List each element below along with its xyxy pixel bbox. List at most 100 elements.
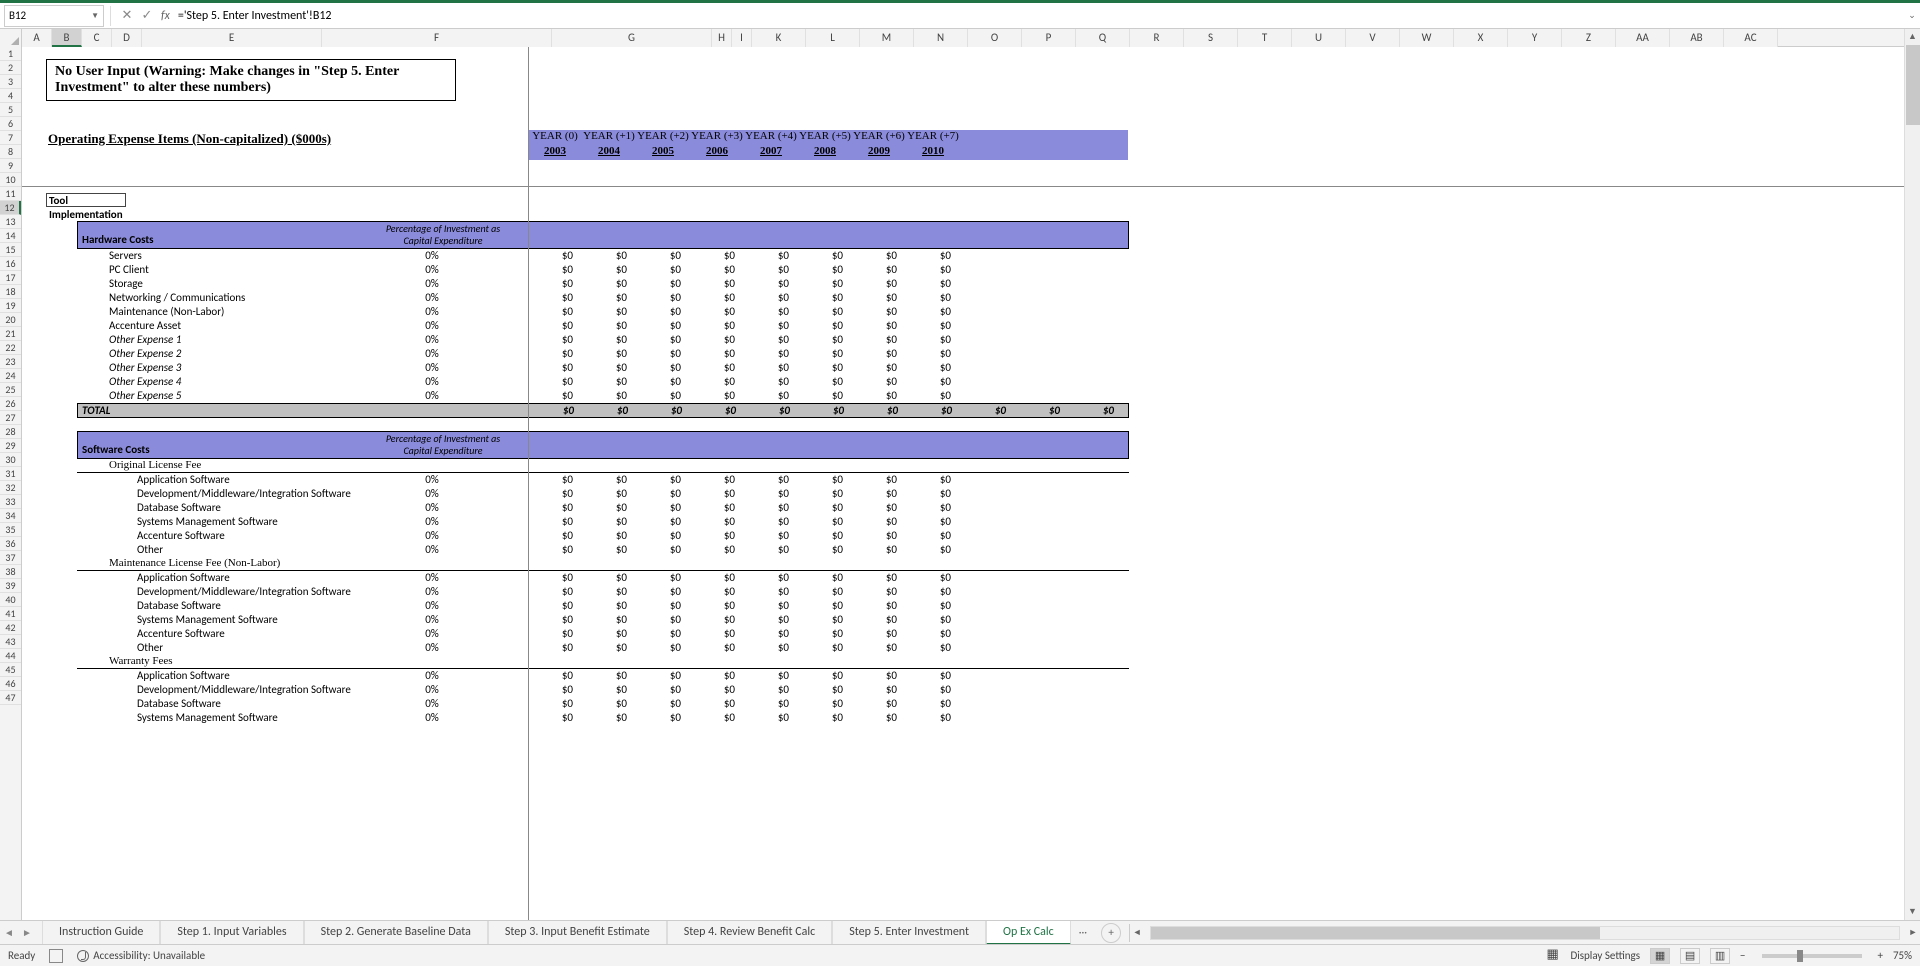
row-header-2[interactable]: 2 — [0, 61, 21, 75]
scroll-up-icon[interactable]: ▲ — [1905, 29, 1920, 45]
column-header-AB[interactable]: AB — [1670, 29, 1724, 47]
sheet-tab[interactable]: Op Ex Calc — [986, 921, 1071, 945]
horizontal-scrollbar[interactable] — [1150, 926, 1900, 940]
formula-input[interactable] — [174, 5, 1904, 27]
row-header-38[interactable]: 38 — [0, 565, 21, 579]
hscroll-right-icon[interactable]: ► — [1906, 927, 1920, 938]
row-header-35[interactable]: 35 — [0, 523, 21, 537]
column-header-T[interactable]: T — [1238, 29, 1292, 47]
column-header-B[interactable]: B — [52, 29, 82, 47]
column-header-G[interactable]: G — [552, 29, 712, 47]
column-header-N[interactable]: N — [914, 29, 968, 47]
row-header-1[interactable]: 1 — [0, 47, 21, 61]
row-header-46[interactable]: 46 — [0, 677, 21, 691]
row-header-29[interactable]: 29 — [0, 439, 21, 453]
zoom-in-button[interactable]: + — [1878, 949, 1883, 962]
row-header-3[interactable]: 3 — [0, 75, 21, 89]
row-header-16[interactable]: 16 — [0, 257, 21, 271]
hscrollbar-thumb[interactable] — [1151, 927, 1600, 939]
column-header-R[interactable]: R — [1130, 29, 1184, 47]
row-header-9[interactable]: 9 — [0, 159, 21, 173]
normal-view-button[interactable]: ▦ — [1650, 948, 1670, 964]
column-header-H[interactable]: H — [712, 29, 732, 47]
select-all-button[interactable] — [0, 29, 22, 47]
macro-record-icon[interactable] — [49, 949, 63, 963]
hscroll-left-icon[interactable]: ◄ — [1130, 927, 1144, 938]
column-header-AC[interactable]: AC — [1724, 29, 1778, 47]
row-header-4[interactable]: 4 — [0, 89, 21, 103]
row-header-37[interactable]: 37 — [0, 551, 21, 565]
column-header-V[interactable]: V — [1346, 29, 1400, 47]
row-header-43[interactable]: 43 — [0, 635, 21, 649]
column-header-F[interactable]: F — [322, 29, 552, 47]
cancel-icon[interactable]: ✕ — [117, 8, 137, 23]
row-header-31[interactable]: 31 — [0, 467, 21, 481]
column-header-D[interactable]: D — [112, 29, 142, 47]
row-header-30[interactable]: 30 — [0, 453, 21, 467]
row-header-23[interactable]: 23 — [0, 355, 21, 369]
chevron-down-icon[interactable]: ▼ — [91, 11, 99, 21]
row-header-27[interactable]: 27 — [0, 411, 21, 425]
add-sheet-button[interactable]: + — [1101, 923, 1121, 943]
column-header-A[interactable]: A — [22, 29, 52, 47]
column-header-U[interactable]: U — [1292, 29, 1346, 47]
row-header-20[interactable]: 20 — [0, 313, 21, 327]
row-header-24[interactable]: 24 — [0, 369, 21, 383]
row-header-19[interactable]: 19 — [0, 299, 21, 313]
row-header-21[interactable]: 21 — [0, 327, 21, 341]
accessibility-status[interactable]: Accessibility: Unavailable — [93, 949, 205, 962]
zoom-level[interactable]: 75% — [1893, 949, 1912, 962]
column-header-E[interactable]: E — [142, 29, 322, 47]
active-cell-b12[interactable]: Tool Implementation — [46, 193, 126, 207]
display-settings-icon[interactable] — [1546, 949, 1560, 963]
zoom-out-button[interactable]: − — [1740, 949, 1745, 962]
row-header-47[interactable]: 47 — [0, 691, 21, 705]
page-break-view-button[interactable]: ▥ — [1710, 948, 1730, 964]
expand-formula-bar-icon[interactable]: ⌄ — [1904, 10, 1920, 21]
more-tabs-icon[interactable]: ··· — [1071, 926, 1095, 939]
row-header-18[interactable]: 18 — [0, 285, 21, 299]
row-header-32[interactable]: 32 — [0, 481, 21, 495]
row-header-26[interactable]: 26 — [0, 397, 21, 411]
column-header-M[interactable]: M — [860, 29, 914, 47]
column-header-L[interactable]: L — [806, 29, 860, 47]
scrollbar-thumb[interactable] — [1906, 45, 1920, 125]
row-header-12[interactable]: 12 — [0, 201, 21, 215]
column-header-W[interactable]: W — [1400, 29, 1454, 47]
row-header-11[interactable]: 11 — [0, 187, 21, 201]
row-header-45[interactable]: 45 — [0, 663, 21, 677]
page-layout-view-button[interactable]: ▤ — [1680, 948, 1700, 964]
vertical-scrollbar[interactable]: ▲ ▼ — [1904, 29, 1920, 920]
enter-icon[interactable]: ✓ — [137, 8, 157, 23]
column-header-AA[interactable]: AA — [1616, 29, 1670, 47]
row-header-41[interactable]: 41 — [0, 607, 21, 621]
row-header-36[interactable]: 36 — [0, 537, 21, 551]
zoom-slider-thumb[interactable] — [1797, 950, 1803, 962]
sheet-tab[interactable]: Instruction Guide — [42, 921, 160, 945]
sheet-tab[interactable]: Step 1. Input Variables — [160, 921, 303, 945]
sheet-tab[interactable]: Step 5. Enter Investment — [832, 921, 986, 945]
name-box[interactable]: B12 ▼ — [4, 5, 104, 27]
column-header-X[interactable]: X — [1454, 29, 1508, 47]
column-header-Y[interactable]: Y — [1508, 29, 1562, 47]
tab-nav-prev-icon[interactable]: ◄ — [0, 926, 18, 939]
row-header-40[interactable]: 40 — [0, 593, 21, 607]
display-settings-label[interactable]: Display Settings — [1570, 949, 1640, 962]
row-header-14[interactable]: 14 — [0, 229, 21, 243]
row-header-33[interactable]: 33 — [0, 495, 21, 509]
fx-icon[interactable]: fx — [161, 9, 170, 23]
row-header-34[interactable]: 34 — [0, 509, 21, 523]
tab-nav-next-icon[interactable]: ► — [18, 926, 36, 939]
row-header-39[interactable]: 39 — [0, 579, 21, 593]
row-header-28[interactable]: 28 — [0, 425, 21, 439]
row-header-7[interactable]: 7 — [0, 131, 21, 145]
row-header-42[interactable]: 42 — [0, 621, 21, 635]
column-header-P[interactable]: P — [1022, 29, 1076, 47]
spreadsheet-grid[interactable]: No User Input (Warning: Make changes in … — [22, 47, 1904, 920]
row-header-13[interactable]: 13 — [0, 215, 21, 229]
column-header-Q[interactable]: Q — [1076, 29, 1130, 47]
accessibility-icon[interactable] — [77, 950, 89, 962]
row-header-17[interactable]: 17 — [0, 271, 21, 285]
row-header-22[interactable]: 22 — [0, 341, 21, 355]
sheet-tab[interactable]: Step 2. Generate Baseline Data — [304, 921, 488, 945]
